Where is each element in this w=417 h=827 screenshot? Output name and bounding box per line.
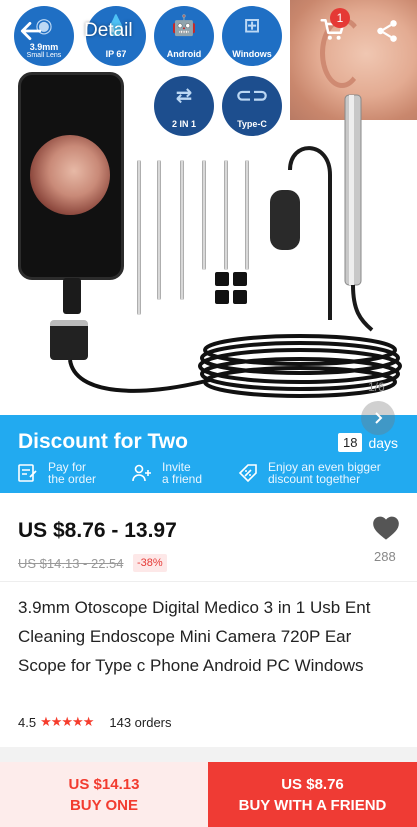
chevron-right-icon: [375, 412, 383, 424]
orders-count: 143 orders: [109, 714, 172, 730]
product-title: 3.9mm Otoscope Digital Medico 3 in 1 Usb…: [18, 598, 371, 675]
heart-icon: [373, 516, 399, 540]
buy-with-friend-price: US $8.76: [281, 775, 344, 793]
wishlist-count: 288: [374, 549, 396, 564]
days-remaining: 18 days: [338, 433, 398, 452]
original-price: US $14.13 - 22.54: [18, 556, 124, 571]
step-pay: Pay for the order: [16, 461, 96, 485]
star-rating-icon: ★★★★★: [40, 714, 94, 729]
step-invite: Invite a friend: [130, 461, 202, 485]
discount-title: Discount for Two: [18, 430, 188, 453]
buy-with-friend-button[interactable]: US $8.76 BUY WITH A FRIEND: [208, 762, 417, 827]
discount-percent-badge: -38%: [133, 554, 167, 572]
discount-icon: [238, 464, 257, 483]
buy-one-button[interactable]: US $14.13 BUY ONE: [0, 762, 208, 827]
back-arrow-icon: [20, 22, 42, 40]
product-image-gallery[interactable]: ◉ 3.9mm Small Lens 💧 IP 67 🤖 Android ⊞ W…: [0, 0, 417, 415]
step-enjoy: Enjoy an even bigger discount together: [236, 461, 381, 485]
wishlist-button[interactable]: [372, 515, 400, 541]
page-title: Detail: [84, 20, 133, 41]
days-label: days: [368, 434, 399, 451]
buy-one-price: US $14.13: [68, 775, 140, 793]
step-text: the order: [48, 472, 97, 486]
share-button[interactable]: [374, 18, 402, 46]
invite-icon: [132, 464, 151, 482]
image-counter: 1/6: [368, 380, 385, 394]
price-range: US $8.76 - 13.97: [18, 519, 177, 542]
bottom-action-bar: US $14.13 BUY ONE US $8.76 BUY WITH A FR…: [0, 762, 417, 827]
step-text: discount together: [268, 472, 361, 486]
discount-for-two-banner[interactable]: Discount for Two 18 days Pay for the ord…: [0, 415, 417, 493]
rating-value: 4.5: [18, 714, 37, 730]
cart-count-badge: 1: [330, 8, 350, 28]
share-icon: [377, 20, 397, 42]
back-button[interactable]: [14, 14, 48, 48]
days-count: 18: [338, 433, 363, 452]
step-text: a friend: [162, 472, 203, 486]
next-image-button[interactable]: [361, 401, 395, 435]
buy-one-label: BUY ONE: [69, 796, 139, 814]
rating-row[interactable]: 4.5 ★★★★★ 143 orders: [18, 714, 172, 730]
divider: [0, 581, 417, 582]
pay-icon: [18, 464, 37, 482]
section-separator: [0, 747, 417, 762]
top-navigation-bar: Detail 1: [0, 0, 417, 64]
buy-with-friend-label: BUY WITH A FRIEND: [238, 796, 387, 814]
